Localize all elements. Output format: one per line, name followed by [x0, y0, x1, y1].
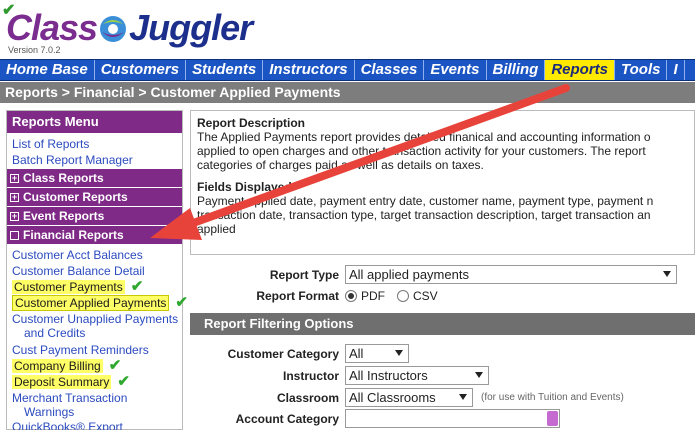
app-header: ✔ Class Juggler Version 7.0.2 [0, 0, 695, 58]
app-version: Version 7.0.2 [8, 45, 61, 55]
customer-category-value: All [349, 346, 364, 361]
chevron-down-icon [663, 271, 671, 277]
checkmark-icon: ✔ [130, 278, 144, 295]
menu-customer-applied-payments[interactable]: Customer Applied Payments [12, 295, 170, 311]
instructor-value: All Instructors [349, 368, 428, 383]
reports-menu: Reports Menu List of Reports Batch Repor… [6, 110, 188, 430]
nav-overflow[interactable]: I [667, 60, 685, 80]
instructor-select[interactable]: All Instructors [345, 366, 489, 385]
nav-reports[interactable]: Reports [545, 60, 616, 80]
customer-category-select[interactable]: All [345, 344, 409, 363]
desc-line: categories of charges paid as well as de… [197, 158, 484, 172]
classroom-label: Classroom [276, 390, 339, 405]
fields-line: Payment applied date, payment entry date… [197, 194, 654, 208]
checkmark-icon: ✔ [117, 373, 130, 390]
menu-customer-payments[interactable]: Customer Payments [12, 280, 125, 294]
nav-tools[interactable]: Tools [615, 60, 668, 80]
menu-section-event-reports[interactable]: + Event Reports [7, 207, 182, 225]
menu-section-financial-reports[interactable]: Financial Reports [7, 226, 182, 244]
logo-class-text: Class [6, 7, 98, 48]
menu-batch-report-manager[interactable]: Batch Report Manager [7, 152, 182, 168]
report-filtering-options-header: Report Filtering Options [190, 313, 695, 335]
account-category-select[interactable] [345, 409, 560, 428]
menu-list-of-reports[interactable]: List of Reports [7, 136, 182, 152]
format-csv-radio[interactable] [397, 290, 409, 302]
nav-events[interactable]: Events [424, 60, 487, 80]
report-type-row: Report Type All applied payments [190, 265, 677, 284]
format-csv-label[interactable]: CSV [413, 289, 438, 303]
fields-line: applied [197, 222, 236, 236]
chevron-down-icon [395, 350, 403, 356]
fields-displayed-heading: Fields Displayed [197, 180, 292, 194]
classroom-value: All Classrooms [349, 390, 436, 405]
collapse-minus-icon [10, 230, 19, 240]
chevron-down-icon [475, 372, 483, 378]
checkmark-icon: ✔ [175, 294, 188, 311]
classroom-select[interactable]: All Classrooms [345, 388, 473, 407]
format-pdf-radio[interactable] [345, 290, 357, 302]
instructor-row: Instructor All Instructors [190, 366, 489, 385]
chevron-down-icon [459, 394, 467, 400]
menu-merchant-transaction-warnings[interactable]: Merchant Transaction [7, 390, 182, 406]
expand-plus-icon: + [10, 210, 19, 221]
menu-customer-payments-row: Customer Payments ✔ [7, 279, 182, 295]
menu-customer-acct-balances[interactable]: Customer Acct Balances [7, 247, 182, 263]
customer-category-row: Customer Category All [190, 344, 409, 363]
desc-line: The Applied Payments report provides det… [197, 130, 651, 144]
expand-plus-icon: + [10, 172, 19, 183]
report-description-heading: Report Description [197, 116, 306, 130]
menu-customer-applied-payments-row: Customer Applied Payments ✔ [7, 295, 188, 311]
report-format-row: Report Format PDF CSV [190, 289, 450, 303]
menu-quickbooks-export[interactable]: QuickBooks® Export [7, 419, 182, 430]
menu-section-class-reports[interactable]: + Class Reports [7, 169, 182, 187]
fields-line: transaction date, transaction type, targ… [197, 208, 651, 222]
nav-instructors[interactable]: Instructors [263, 60, 355, 80]
menu-section-label: Customer Reports [23, 190, 128, 204]
menu-section-label: Event Reports [23, 209, 105, 223]
instructor-label: Instructor [282, 368, 339, 383]
fields-displayed-text: Payment applied date, payment entry date… [197, 194, 688, 236]
nav-students[interactable]: Students [186, 60, 264, 80]
nav-home-base[interactable]: Home Base [0, 60, 95, 80]
nav-billing[interactable]: Billing [487, 60, 546, 80]
menu-section-customer-reports[interactable]: + Customer Reports [7, 188, 182, 206]
main-nav: Home Base Customers Students Instructors… [0, 59, 695, 81]
menu-customer-balance-detail[interactable]: Customer Balance Detail [7, 263, 182, 279]
menu-section-label: Financial Reports [23, 228, 124, 242]
app-logo[interactable]: Class Juggler [6, 4, 253, 48]
menu-cust-payment-reminders[interactable]: Cust Payment Reminders [7, 342, 182, 358]
report-format-label: Report Format [256, 289, 339, 303]
classroom-row: Classroom All Classrooms (for use with T… [190, 388, 624, 407]
expand-plus-icon: + [10, 191, 19, 202]
breadcrumb: Reports > Financial > Customer Applied P… [0, 82, 695, 103]
desc-line: applied to open charges and other transa… [197, 144, 646, 158]
menu-section-label: Class Reports [23, 171, 104, 185]
juggling-ball-icon [100, 16, 127, 42]
report-type-label: Report Type [269, 267, 339, 282]
menu-deposit-summary[interactable]: Deposit Summary [12, 375, 112, 389]
report-type-select[interactable]: All applied payments [345, 265, 677, 284]
report-description: Report Description The Applied Payments … [190, 110, 695, 255]
menu-company-billing-row: Company Billing ✔ [7, 358, 182, 374]
spinner-icon [547, 411, 558, 426]
customer-category-label: Customer Category [227, 346, 339, 361]
menu-customer-unapplied-payments-cont[interactable]: and Credits [7, 327, 182, 340]
account-category-row: Account Category [190, 409, 560, 428]
logo-juggler-text: Juggler [129, 7, 253, 48]
report-type-value: All applied payments [349, 267, 469, 282]
menu-customer-unapplied-payments[interactable]: Customer Unapplied Payments [7, 311, 182, 327]
reports-menu-title: Reports Menu [7, 111, 182, 133]
classroom-hint: (for use with Tuition and Events) [481, 392, 624, 403]
menu-merchant-transaction-warnings-cont[interactable]: Warnings [7, 406, 182, 419]
checkmark-icon: ✔ [108, 357, 122, 374]
menu-deposit-summary-row: Deposit Summary ✔ [7, 374, 182, 390]
menu-company-billing[interactable]: Company Billing [12, 359, 103, 373]
nav-customers[interactable]: Customers [95, 60, 187, 80]
format-pdf-label[interactable]: PDF [361, 289, 385, 303]
nav-classes[interactable]: Classes [355, 60, 425, 80]
account-category-label: Account Category [235, 411, 339, 426]
report-description-text: The Applied Payments report provides det… [197, 130, 688, 172]
